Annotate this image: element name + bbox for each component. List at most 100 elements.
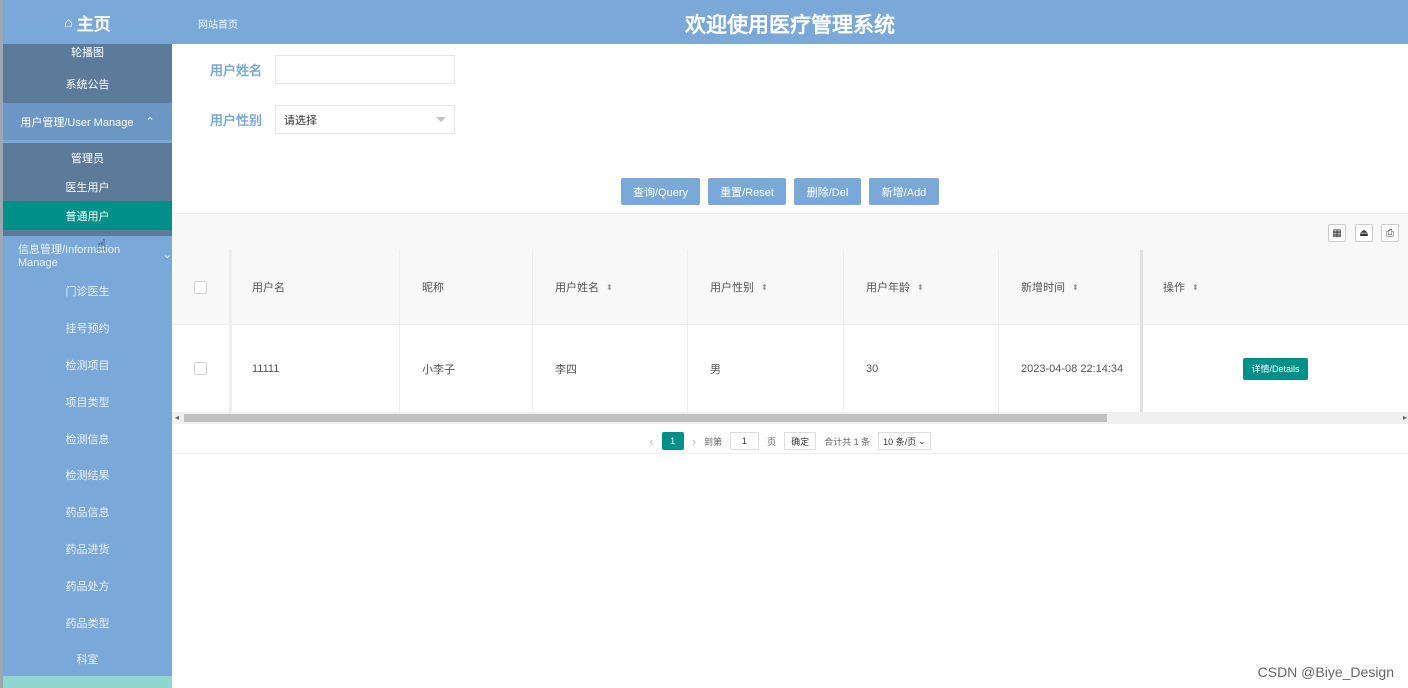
sidebar-item-registration[interactable]: 挂号预约 (3, 310, 172, 347)
sidebar-item-admin[interactable]: 管理员 (3, 143, 172, 172)
search-name-row: 用户姓名 (210, 55, 455, 84)
action-buttons: 查询/Query 重置/Reset 删除/Del 新增/Add (621, 178, 939, 205)
sidebar-item-department[interactable]: 科室 (3, 641, 172, 678)
sidebar-item-prescription[interactable]: 药品处方 (3, 567, 172, 604)
pagination: ‹ 1 › 到第 1 页 确定 合计共 1 条 10 条/页 ⌄ (172, 429, 1408, 454)
details-button[interactable]: 详情/Details (1243, 357, 1308, 380)
sidebar-item-drug-info[interactable]: 药品信息 (3, 494, 172, 531)
sort-icon[interactable]: ⬍ (1192, 283, 1199, 292)
chevron-down-icon: ⌄ (918, 435, 926, 446)
sidebar-item-carousel[interactable]: 轮播图 (3, 44, 172, 64)
gender-select-value: 请选择 (284, 114, 317, 127)
cell-action: 详情/Details (1143, 325, 1408, 412)
sidebar-item-notice[interactable]: 系统公告 (3, 64, 172, 103)
sidebar-group-info-label: 信息管理/Information Manage (18, 243, 121, 269)
brand-label: 主页 (76, 14, 111, 34)
sidebar-brand[interactable]: ⌂ 主页 (3, 0, 172, 44)
table-toolbar: ▦ ⏏ ⎙ (172, 213, 1408, 250)
sidebar-top-items: 轮播图 系统公告 (3, 44, 172, 103)
name-input[interactable] (275, 55, 455, 84)
header-realname-label: 用户姓名 (555, 282, 599, 294)
sidebar-group-user[interactable]: 用户管理/User Manage ⌃ (3, 103, 172, 140)
cell-age: 30 (844, 325, 999, 412)
total-count: 合计共 1 条 (824, 436, 871, 447)
next-page-icon[interactable]: › (692, 434, 696, 449)
header-action-label: 操作 (1163, 282, 1185, 294)
top-header: 网站首页 欢迎使用医疗管理系统 (172, 0, 1408, 44)
header-created[interactable]: 新增时间 ⬍ (999, 250, 1143, 325)
header-gender-label: 用户性别 (710, 282, 754, 294)
sidebar-item-drug-type[interactable]: 药品类型 (3, 604, 172, 641)
search-gender-row: 用户性别 请选择 (210, 105, 455, 134)
scrollbar-thumb[interactable] (184, 414, 1107, 422)
sidebar-group-user-label: 用户管理/User Manage (20, 116, 134, 129)
header-action[interactable]: 操作 ⬍ (1143, 250, 1408, 325)
sidebar-item-test-info[interactable]: 检测信息 (3, 420, 172, 457)
watermark: CSDN @Biye_Design (1257, 664, 1394, 680)
header-age-label: 用户年龄 (866, 282, 910, 294)
header-nickname: 昵称 (400, 250, 533, 325)
row-checkbox-cell (172, 325, 232, 412)
gender-select[interactable]: 请选择 (275, 105, 455, 134)
delete-button[interactable]: 删除/Del (794, 178, 861, 205)
columns-icon[interactable]: ▦ (1328, 224, 1346, 242)
table-horizontal-scrollbar[interactable]: ◂ ▸ (172, 412, 1408, 424)
page-jump-input[interactable]: 1 (730, 432, 760, 450)
sort-icon[interactable]: ⬍ (606, 283, 613, 292)
sidebar-group-info[interactable]: 信息管理/Information Manage ⌄ (3, 236, 172, 273)
table-row: 11111 小李子 李四 男 30 2023-04-08 22:14:34 详情… (172, 325, 1408, 412)
page-confirm-button[interactable]: 确定 (784, 432, 817, 450)
page-unit: 页 (767, 436, 777, 447)
cell-gender: 男 (688, 325, 844, 412)
prev-page-icon[interactable]: ‹ (649, 434, 653, 449)
sidebar-user-items: 管理员 医生用户 普通用户 (3, 143, 172, 230)
print-icon[interactable]: ⎙ (1381, 224, 1399, 242)
query-button[interactable]: 查询/Query (621, 178, 700, 205)
sidebar-item-drug-purchase[interactable]: 药品进货 (3, 531, 172, 568)
sidebar-info-items: 门诊医生 挂号预约 检测项目 项目类型 检测信息 检测结果 药品信息 药品进货 … (3, 273, 172, 678)
cell-created: 2023-04-08 22:14:34 (999, 325, 1143, 412)
header-age[interactable]: 用户年龄 ⬍ (844, 250, 999, 325)
sort-icon[interactable]: ⬍ (917, 283, 924, 292)
header-realname[interactable]: 用户姓名 ⬍ (533, 250, 688, 325)
name-label: 用户姓名 (210, 63, 263, 78)
header-username-label: 用户名 (252, 282, 285, 294)
home-icon: ⌂ (64, 14, 73, 30)
sidebar-item-test-items[interactable]: 检测项目 (3, 347, 172, 384)
page-title: 欢迎使用医疗管理系统 (685, 14, 895, 37)
sidebar-item-doctor-user[interactable]: 医生用户 (3, 172, 172, 201)
current-page[interactable]: 1 (661, 432, 684, 450)
header-checkbox-cell (172, 250, 232, 325)
sort-icon[interactable]: ⬍ (1072, 283, 1079, 292)
page-size-select[interactable]: 10 条/页 ⌄ (878, 432, 931, 450)
gender-label: 用户性别 (210, 113, 263, 128)
header-gender[interactable]: 用户性别 ⬍ (688, 250, 844, 325)
goto-label: 到第 (704, 436, 723, 447)
add-button[interactable]: 新增/Add (869, 178, 939, 205)
sidebar-item-outpatient-doctor[interactable]: 门诊医生 (3, 273, 172, 310)
export-icon[interactable]: ⏏ (1355, 224, 1373, 242)
cell-username: 11111 (232, 325, 400, 412)
cell-realname: 李四 (533, 325, 688, 412)
sidebar-item-item-type[interactable]: 项目类型 (3, 383, 172, 420)
sidebar: ⌂ 主页 轮播图 系统公告 用户管理/User Manage ⌃ 管理员 医生用… (0, 0, 172, 688)
reset-button[interactable]: 重置/Reset (708, 178, 786, 205)
sort-icon[interactable]: ⬍ (761, 283, 768, 292)
scroll-right-icon[interactable]: ▸ (1403, 413, 1407, 422)
sidebar-item-test-result[interactable]: 检测结果 (3, 457, 172, 494)
sidebar-item-normal-user[interactable]: 普通用户 (3, 201, 172, 230)
select-all-checkbox[interactable] (194, 280, 207, 294)
chevron-down-icon: ⌄ (162, 249, 172, 261)
sidebar-bottom-bar (3, 676, 172, 688)
row-checkbox[interactable] (194, 362, 207, 375)
scroll-left-icon[interactable]: ◂ (175, 413, 179, 422)
cell-nickname: 小李子 (400, 325, 533, 412)
caret-down-icon (436, 117, 446, 122)
hand-cursor-icon: ☝ (97, 237, 107, 254)
header-username: 用户名 (232, 250, 400, 325)
table-header-row: 用户名 昵称 用户姓名 ⬍ 用户性别 ⬍ 用户年龄 ⬍ 新增时间 ⬍ 操作 ⬍ (172, 250, 1408, 325)
header-nickname-label: 昵称 (422, 282, 444, 294)
chevron-up-icon: ⌃ (145, 116, 155, 128)
header-created-label: 新增时间 (1021, 282, 1065, 294)
page-size-value: 10 条/页 (883, 436, 917, 447)
